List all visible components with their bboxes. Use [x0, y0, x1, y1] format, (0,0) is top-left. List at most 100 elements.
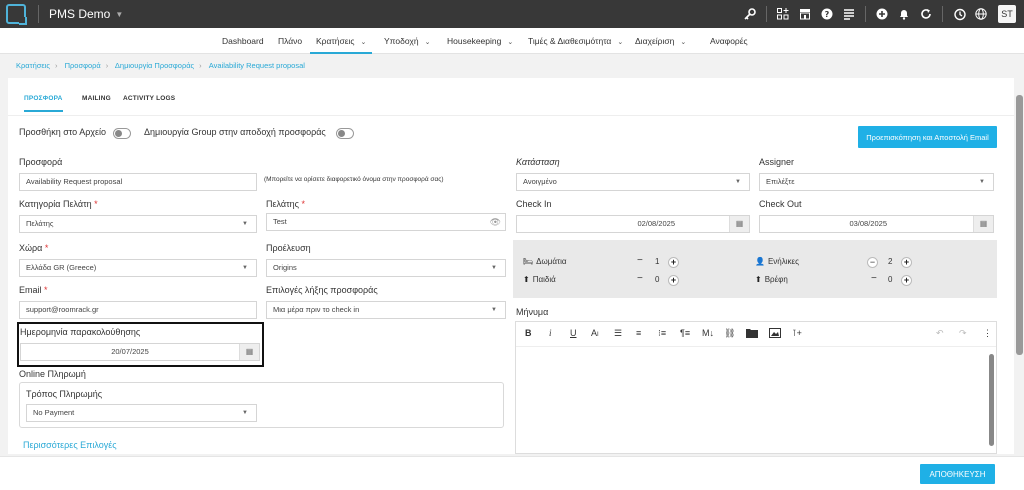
insert-icon[interactable]: ⊺+ — [792, 328, 802, 339]
nav-housekeeping[interactable]: Housekeeping ⌄ — [447, 28, 513, 54]
underline-icon[interactable]: U — [570, 328, 577, 338]
children-increment-button[interactable]: + — [668, 275, 679, 286]
checkin-label: Check In — [516, 199, 552, 209]
rooms-decrement-button[interactable]: − — [637, 255, 643, 266]
bold-icon[interactable]: B — [525, 328, 532, 338]
offer-expiry-select[interactable]: Μια μέρα πριν το check in ▼ — [266, 301, 506, 319]
property-dropdown-icon[interactable]: ▼ — [115, 10, 123, 19]
page-scrollbar[interactable] — [1016, 95, 1023, 355]
assigner-select[interactable]: Επιλέξτε ▼ — [759, 173, 994, 191]
refresh-icon[interactable] — [915, 0, 937, 28]
save-button[interactable]: ΑΠΟΘΗΚΕΥΣΗ — [920, 464, 995, 484]
origin-label: Προέλευση — [266, 243, 311, 253]
infants-count: 0 — [888, 275, 893, 284]
client-input[interactable]: Test 👁 — [266, 213, 506, 231]
nav-management[interactable]: Διαχείριση ⌄ — [635, 28, 686, 54]
children-decrement-button[interactable]: − — [637, 273, 643, 284]
breadcrumb-reservations[interactable]: Κρατήσεις — [16, 61, 50, 70]
client-category-select[interactable]: Πελάτης ▼ — [19, 215, 257, 233]
breadcrumb-offer[interactable]: Προσφορά — [65, 61, 101, 70]
more-options-link[interactable]: Περισσότερες Επιλογές — [23, 440, 117, 450]
italic-icon[interactable]: i — [549, 328, 552, 338]
app-logo[interactable] — [6, 4, 27, 25]
add-circle-icon[interactable] — [871, 0, 893, 28]
infants-decrement-button[interactable]: − — [871, 273, 877, 284]
list-ordered-icon[interactable]: ⁝≡ — [658, 328, 666, 339]
markdown-icon[interactable]: M↓ — [702, 328, 714, 338]
calendar-icon[interactable]: ▦ — [239, 344, 259, 360]
rooms-label-text: Δωμάτια — [536, 257, 567, 266]
email-label: Email * — [19, 285, 48, 295]
folder-icon[interactable] — [746, 328, 758, 340]
topbar-divider — [38, 5, 39, 23]
payment-method-select[interactable]: No Payment ▼ — [26, 404, 257, 422]
calendar-icon[interactable]: ▦ — [729, 216, 749, 232]
calendar-icon[interactable]: ▦ — [973, 216, 993, 232]
rooms-count: 1 — [655, 257, 660, 266]
tab-mailing[interactable]: MAILING — [82, 95, 111, 110]
rooms-increment-button[interactable]: + — [668, 257, 679, 268]
tab-activity-logs[interactable]: ACTIVITY LOGS — [123, 95, 175, 110]
offer-name-input[interactable]: Availability Request proposal — [19, 173, 257, 191]
infants-increment-button[interactable]: + — [901, 275, 912, 286]
guest-counts-panel: 🛏 Δωμάτια − 1 + ⬆ Παιδιά − 0 + 👤 Ενήλικες −… — [513, 240, 997, 298]
offer-label: Προσφορά — [19, 157, 63, 167]
group-toggle[interactable] — [336, 128, 354, 139]
undo-icon[interactable]: ↶ — [936, 328, 944, 339]
adults-increment-button[interactable]: + — [901, 257, 912, 268]
history-icon[interactable] — [948, 0, 970, 28]
person-icon: ⬆ — [523, 275, 530, 284]
checkin-date-input[interactable]: 02/08/2025 ▦ — [516, 215, 750, 233]
email-field[interactable]: support@roomrack.gr — [19, 301, 257, 319]
help-icon[interactable]: ? — [816, 0, 838, 28]
tab-offer[interactable]: ΠΡΟΣΦΟΡΑ — [24, 95, 63, 112]
align-left-icon[interactable]: ☰ — [614, 328, 622, 339]
required-marker: * — [44, 285, 48, 295]
link-icon[interactable]: ⛓ — [724, 328, 735, 339]
dropdown-arrow-icon: ▼ — [242, 410, 248, 416]
dropdown-arrow-icon: ▼ — [491, 307, 497, 313]
nav-reservations[interactable]: Κρατήσεις ⌄ — [310, 28, 373, 54]
country-select[interactable]: Ελλάδα GR (Greece) ▼ — [19, 259, 257, 277]
store-icon[interactable] — [794, 0, 816, 28]
redo-icon[interactable]: ↷ — [959, 328, 967, 339]
nav-label: Υποδοχή — [384, 36, 419, 46]
preview-send-email-button[interactable]: Προεπισκόπηση και Αποστολή Email — [858, 126, 997, 148]
chevron-down-icon: ⌄ — [424, 39, 431, 46]
paragraph-icon[interactable]: ¶≡ — [680, 328, 690, 338]
bed-icon: 🛏 — [523, 257, 534, 266]
avatar[interactable]: ST — [998, 5, 1016, 23]
status-select[interactable]: Ανοιγμένο ▼ — [516, 173, 750, 191]
image-icon[interactable] — [769, 328, 781, 340]
adults-decrement-button[interactable]: − — [867, 257, 878, 268]
editor-scrollbar[interactable] — [989, 354, 994, 446]
checkout-date-input[interactable]: 03/08/2025 ▦ — [759, 215, 994, 233]
more-icon[interactable]: ⋮ — [983, 328, 992, 339]
client-label: Πελάτης * — [266, 199, 305, 209]
message-editor[interactable]: B i U AI ☰ ≡ ⁝≡ ¶≡ M↓ ⛓ ⊺+ ↶ ↷ ⋮ — [515, 321, 997, 454]
grid-add-icon[interactable] — [772, 0, 794, 28]
nav-reports[interactable]: Αναφορές — [710, 28, 748, 54]
bell-icon[interactable] — [893, 0, 915, 28]
email-value: support@roomrack.gr — [26, 305, 99, 314]
font-size-icon[interactable]: AI — [591, 328, 599, 338]
align-center-icon[interactable]: ≡ — [636, 328, 641, 338]
nav-rates-availability[interactable]: Τιμές & Διαθεσιμότητα ⌄ — [528, 28, 623, 54]
nav-reception[interactable]: Υποδοχή ⌄ — [384, 28, 430, 54]
client-label-text: Πελάτης — [266, 199, 299, 209]
breadcrumb-create-offer[interactable]: Δημιουργία Προσφοράς — [115, 61, 194, 70]
key-icon[interactable] — [739, 0, 761, 28]
archive-toggle[interactable] — [113, 128, 131, 139]
list-icon[interactable] — [838, 0, 860, 28]
property-name[interactable]: PMS Demo — [49, 7, 110, 21]
followup-date-input[interactable]: 20/07/2025 ▦ — [20, 343, 260, 361]
globe-icon[interactable] — [970, 0, 992, 28]
dropdown-arrow-icon: ▼ — [242, 221, 248, 227]
nav-dashboard[interactable]: Dashboard — [222, 28, 264, 54]
nav-plan[interactable]: Πλάνο — [278, 28, 302, 54]
origin-select[interactable]: Origins ▼ — [266, 259, 506, 277]
followup-date-label: Ημερομηνία παρακολούθησης — [20, 327, 141, 337]
breadcrumb-separator: › — [199, 61, 202, 70]
eye-icon[interactable]: 👁 — [490, 214, 501, 230]
topbar-separator — [942, 6, 943, 22]
